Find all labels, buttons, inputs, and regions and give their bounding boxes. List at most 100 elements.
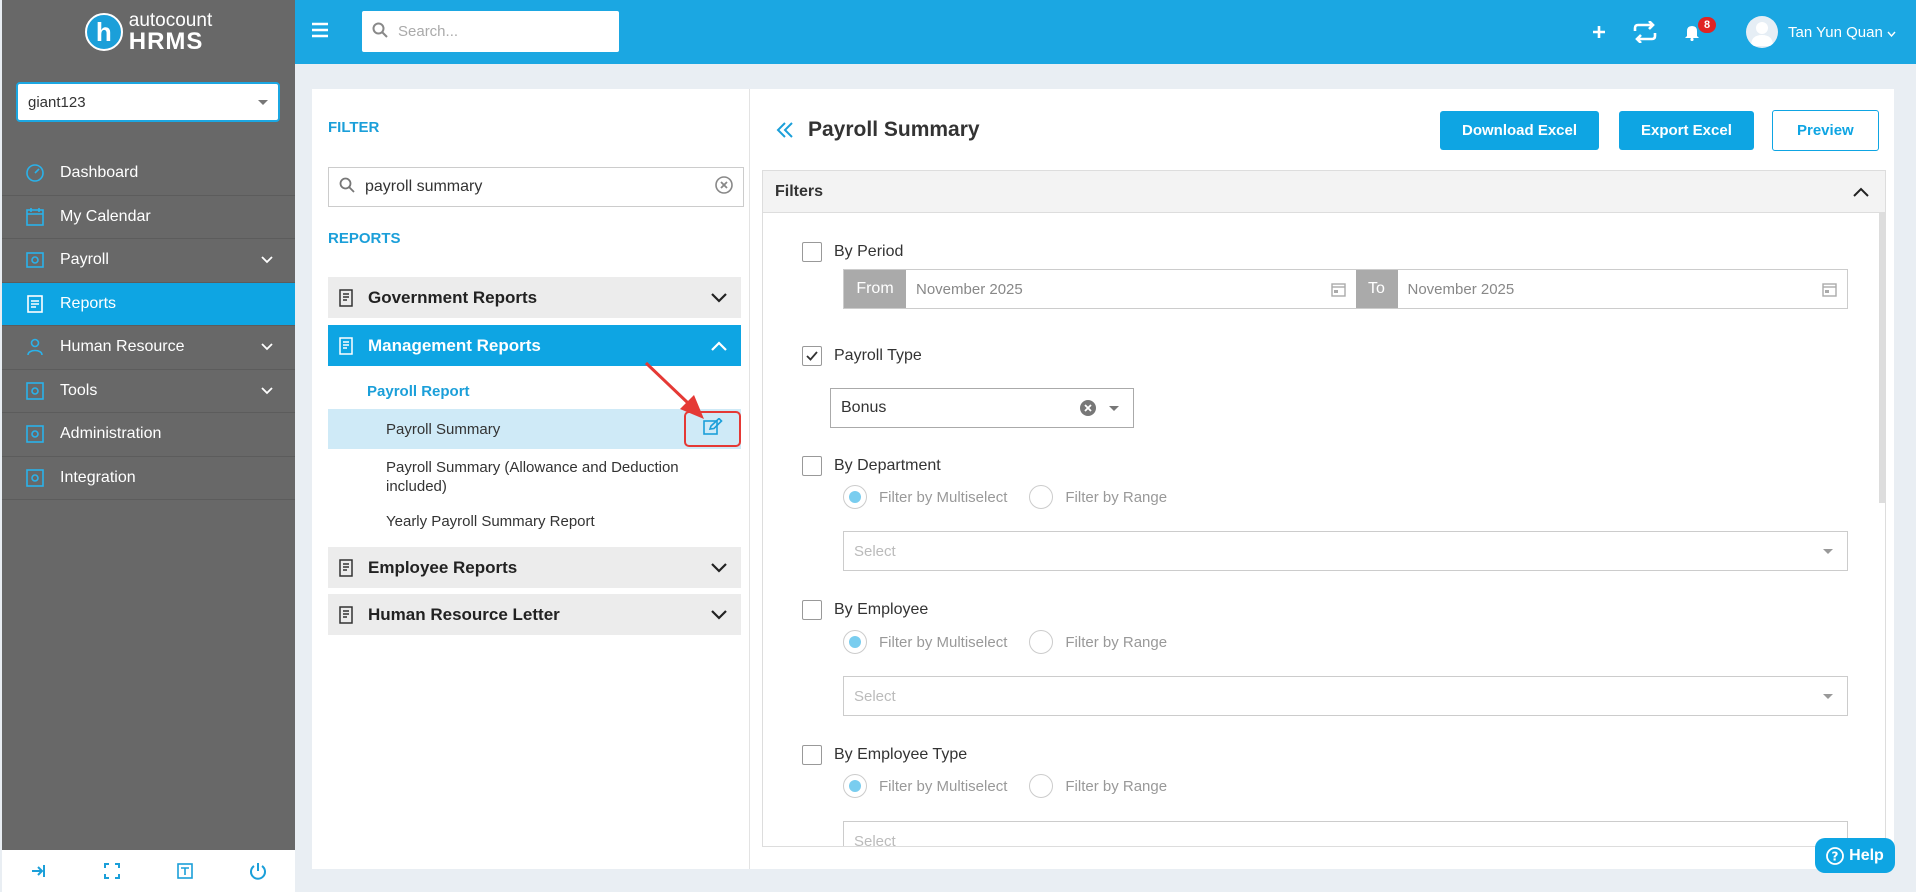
clear-icon[interactable] xyxy=(1079,399,1097,417)
to-date-field[interactable]: November 2025 xyxy=(1398,270,1848,308)
sidebar-footer xyxy=(2,850,295,892)
radio-multiselect[interactable] xyxy=(843,774,867,798)
chevron-down-icon xyxy=(1109,405,1119,411)
sidebar-item-payroll[interactable]: Payroll xyxy=(2,239,295,283)
search-icon xyxy=(372,22,388,42)
user-menu[interactable]: Tan Yun Quan xyxy=(1788,24,1896,41)
annotation-arrow-icon xyxy=(642,359,708,427)
by-employee-checkbox[interactable] xyxy=(802,600,822,620)
filters-section: Filters By Period From November 2025 To … xyxy=(762,170,1886,847)
payroll-type-checkbox[interactable] xyxy=(802,346,822,366)
from-label: From xyxy=(844,270,906,308)
help-button[interactable]: ? Help xyxy=(1815,838,1895,873)
scrollbar[interactable] xyxy=(1879,213,1885,503)
filters-header[interactable]: Filters xyxy=(763,171,1885,213)
sidebar-item-human-resource[interactable]: Human Resource xyxy=(2,326,295,370)
sidebar-item-tools[interactable]: Tools xyxy=(2,370,295,413)
power-icon[interactable] xyxy=(249,862,267,880)
notification-bell-icon[interactable]: 8 xyxy=(1684,17,1717,41)
accordion-human-resource-letter[interactable]: Human Resource Letter xyxy=(328,594,741,635)
sidebar-item-label: Tools xyxy=(60,381,98,399)
report-browser-panel: FILTER REPORTS Government Reports Manage… xyxy=(312,89,750,869)
sidebar-item-label: Integration xyxy=(60,468,136,486)
employee-type-select-placeholder: Select xyxy=(854,832,896,847)
radio-multiselect[interactable] xyxy=(843,485,867,509)
sidebar-item-label: Payroll xyxy=(60,251,109,269)
add-icon[interactable] xyxy=(1592,25,1606,39)
employee-radio-group: Filter by Multiselect Filter by Range xyxy=(843,630,1167,654)
payroll-icon xyxy=(24,249,46,271)
report-item-yearly-payroll-summary[interactable]: Yearly Payroll Summary Report xyxy=(328,506,741,536)
search-input[interactable] xyxy=(398,23,598,40)
export-excel-button[interactable]: Export Excel xyxy=(1619,111,1754,150)
download-excel-button[interactable]: Download Excel xyxy=(1440,111,1600,150)
global-search[interactable] xyxy=(362,11,619,52)
integration-icon xyxy=(24,467,46,489)
to-date-value: November 2025 xyxy=(1407,280,1515,298)
sidebar-item-label: My Calendar xyxy=(60,207,151,225)
chevron-down-icon xyxy=(261,338,273,356)
radio-multiselect-label: Filter by Multiselect xyxy=(879,633,1008,651)
report-filter-field[interactable] xyxy=(328,167,744,207)
app-logo[interactable]: h autocount HRMS xyxy=(2,0,295,64)
accordion-employee-reports[interactable]: Employee Reports xyxy=(328,547,741,588)
preview-button[interactable]: Preview xyxy=(1772,110,1879,151)
sidebar-item-my-calendar[interactable]: My Calendar xyxy=(2,196,295,239)
logout-icon[interactable] xyxy=(30,862,48,880)
radio-multiselect[interactable] xyxy=(843,630,867,654)
radio-range[interactable] xyxy=(1029,774,1054,798)
dashboard-icon xyxy=(24,162,46,184)
from-date-field[interactable]: November 2025 xyxy=(906,270,1356,308)
sidebar-item-label: Administration xyxy=(60,425,162,443)
sidebar-item-integration[interactable]: Integration xyxy=(2,457,295,500)
refresh-icon[interactable] xyxy=(1632,21,1658,43)
chevron-down-icon xyxy=(711,609,727,620)
employee-type-select[interactable]: Select xyxy=(843,821,1848,847)
by-department-checkbox[interactable] xyxy=(802,456,822,476)
report-filter-input[interactable] xyxy=(365,178,715,196)
menu-icon[interactable] xyxy=(311,22,329,42)
avatar[interactable] xyxy=(1746,16,1779,48)
sidebar-item-dashboard[interactable]: Dashboard xyxy=(2,152,295,196)
radio-multiselect-label: Filter by Multiselect xyxy=(879,488,1008,506)
company-select[interactable]: giant123 xyxy=(16,82,280,122)
department-select[interactable]: Select xyxy=(843,531,1848,571)
report-item-payroll-summary-allowance[interactable]: Payroll Summary (Allowance and Deduction… xyxy=(328,455,741,499)
accordion-government-reports[interactable]: Government Reports xyxy=(328,277,741,318)
document-icon xyxy=(338,605,356,624)
sidebar-item-reports[interactable]: Reports xyxy=(2,282,295,326)
by-employee-type-filter[interactable]: By Employee Type xyxy=(802,745,967,765)
radio-range-label: Filter by Range xyxy=(1065,488,1168,506)
administration-icon xyxy=(24,423,46,445)
payroll-type-value: Bonus xyxy=(841,399,887,416)
calendar-icon xyxy=(24,206,46,228)
language-icon[interactable] xyxy=(176,862,194,880)
notification-badge: 8 xyxy=(1698,17,1717,33)
by-period-label: By Period xyxy=(834,243,904,260)
chevron-up-icon[interactable] xyxy=(1853,187,1869,197)
payroll-type-select[interactable]: Bonus xyxy=(830,388,1134,428)
sidebar-item-administration[interactable]: Administration xyxy=(2,413,295,457)
radio-range[interactable] xyxy=(1029,485,1054,509)
radio-multiselect-label: Filter by Multiselect xyxy=(879,777,1008,795)
payroll-type-filter[interactable]: Payroll Type xyxy=(802,346,922,366)
accordion-label: Employee Reports xyxy=(368,557,518,577)
fullscreen-icon[interactable] xyxy=(103,862,121,880)
radio-range[interactable] xyxy=(1029,630,1054,654)
reports-icon xyxy=(24,293,46,315)
by-employee-type-checkbox[interactable] xyxy=(802,745,822,765)
back-double-chevron-icon[interactable] xyxy=(776,121,794,139)
by-employee-filter[interactable]: By Employee xyxy=(802,600,928,620)
chevron-down-icon xyxy=(711,292,727,303)
logo-line1: autocount xyxy=(128,9,213,31)
by-period-checkbox[interactable] xyxy=(802,242,822,262)
by-department-filter[interactable]: By Department xyxy=(802,456,941,476)
calendar-icon[interactable] xyxy=(1822,282,1837,297)
tools-icon xyxy=(24,380,46,402)
by-period-filter[interactable]: By Period xyxy=(802,242,903,262)
calendar-icon[interactable] xyxy=(1330,282,1346,297)
clear-icon[interactable] xyxy=(715,176,733,198)
employee-type-radio-group: Filter by Multiselect Filter by Range xyxy=(843,774,1167,798)
document-icon xyxy=(338,288,356,307)
employee-select[interactable]: Select xyxy=(843,676,1848,716)
